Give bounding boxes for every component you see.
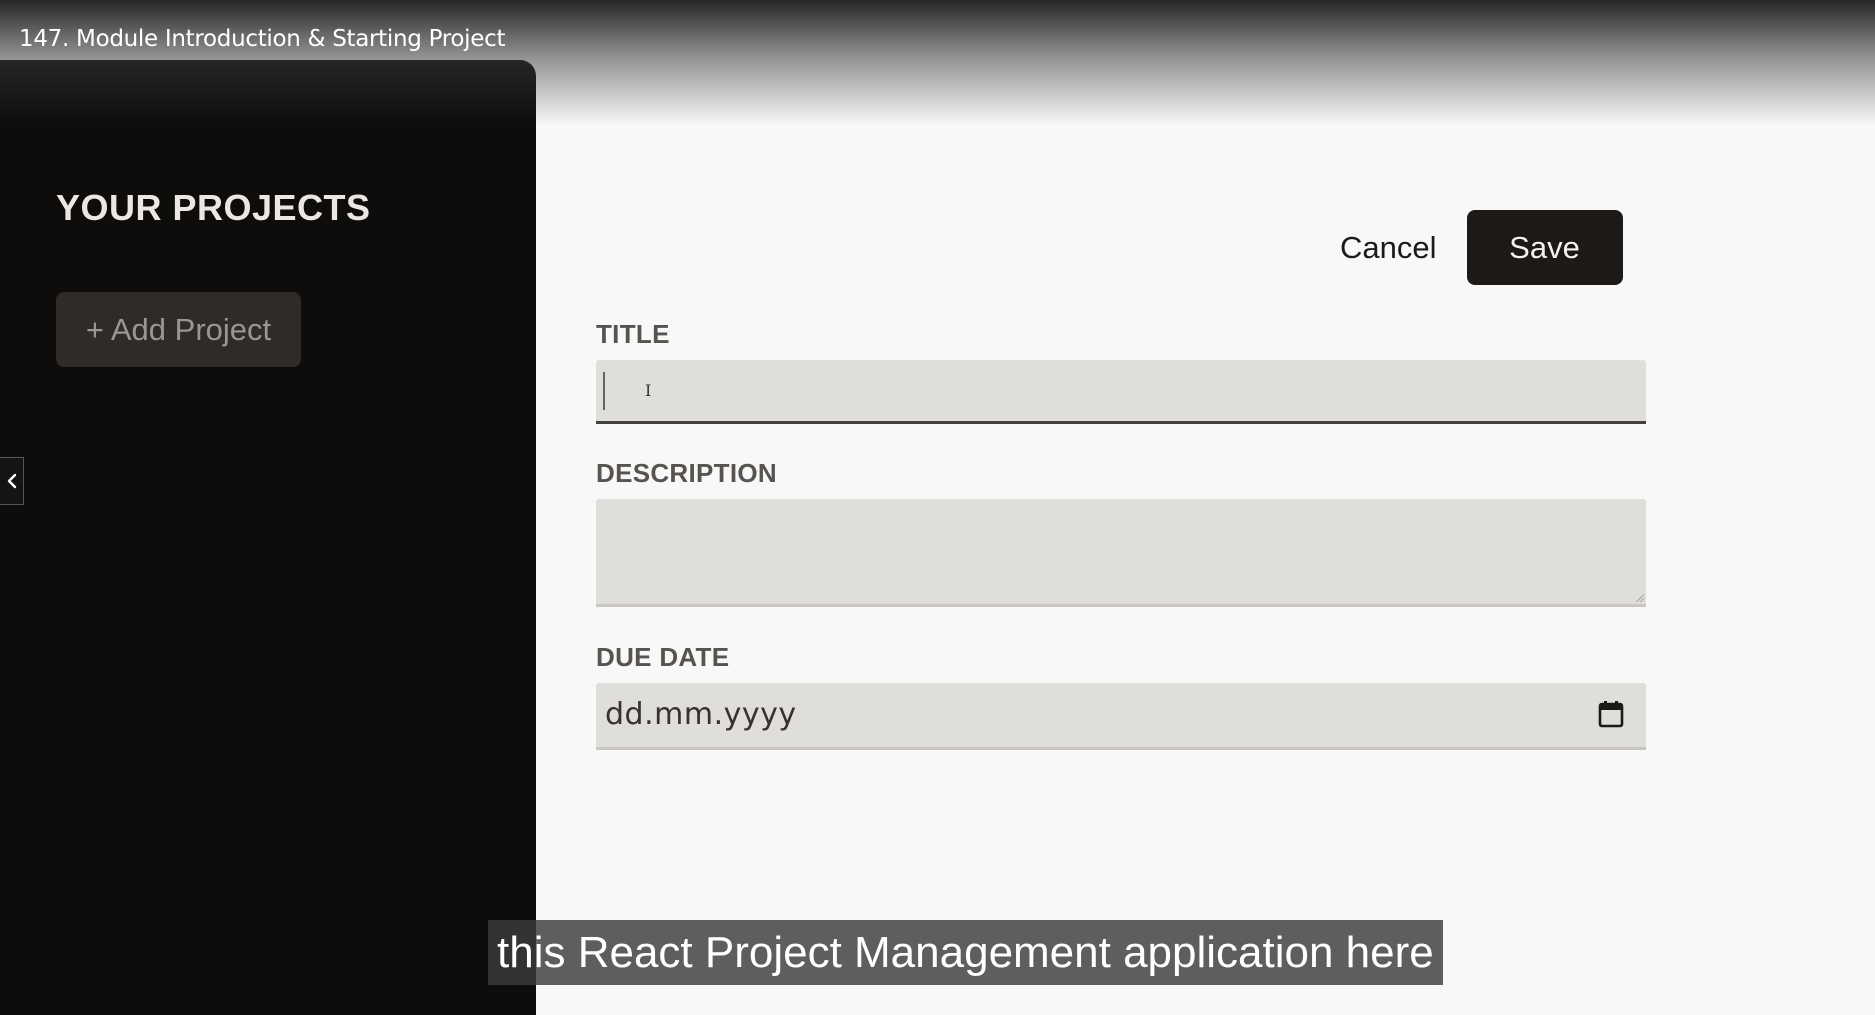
video-title: 147. Module Introduction & Starting Proj… (19, 26, 506, 52)
app-screen: 147. Module Introduction & Starting Proj… (0, 0, 1875, 1015)
chevron-left-icon (7, 473, 16, 489)
add-project-button[interactable]: + Add Project (56, 292, 301, 367)
text-caret (603, 372, 605, 410)
cancel-button[interactable]: Cancel (1340, 230, 1437, 266)
title-label: TITLE (596, 319, 670, 349)
collapse-sidebar-button[interactable] (0, 457, 24, 505)
projects-sidebar: YOUR PROJECTS + Add Project (0, 60, 536, 1015)
description-textarea[interactable] (596, 499, 1646, 607)
description-label: DESCRIPTION (596, 458, 777, 488)
due-date-placeholder: dd.mm.yyyy (605, 697, 797, 732)
video-caption: this React Project Management applicatio… (488, 920, 1443, 985)
sidebar-heading: YOUR PROJECTS (56, 187, 371, 228)
title-input[interactable] (596, 360, 1646, 424)
due-date-input[interactable]: dd.mm.yyyy (596, 683, 1646, 750)
save-button[interactable]: Save (1466, 210, 1623, 285)
due-date-label: DUE DATE (596, 642, 730, 672)
text-cursor-icon: I (645, 381, 652, 400)
resize-handle-icon[interactable] (1636, 594, 1644, 602)
form-actions: Cancel Save (1340, 210, 1623, 285)
calendar-icon[interactable] (1598, 700, 1624, 728)
